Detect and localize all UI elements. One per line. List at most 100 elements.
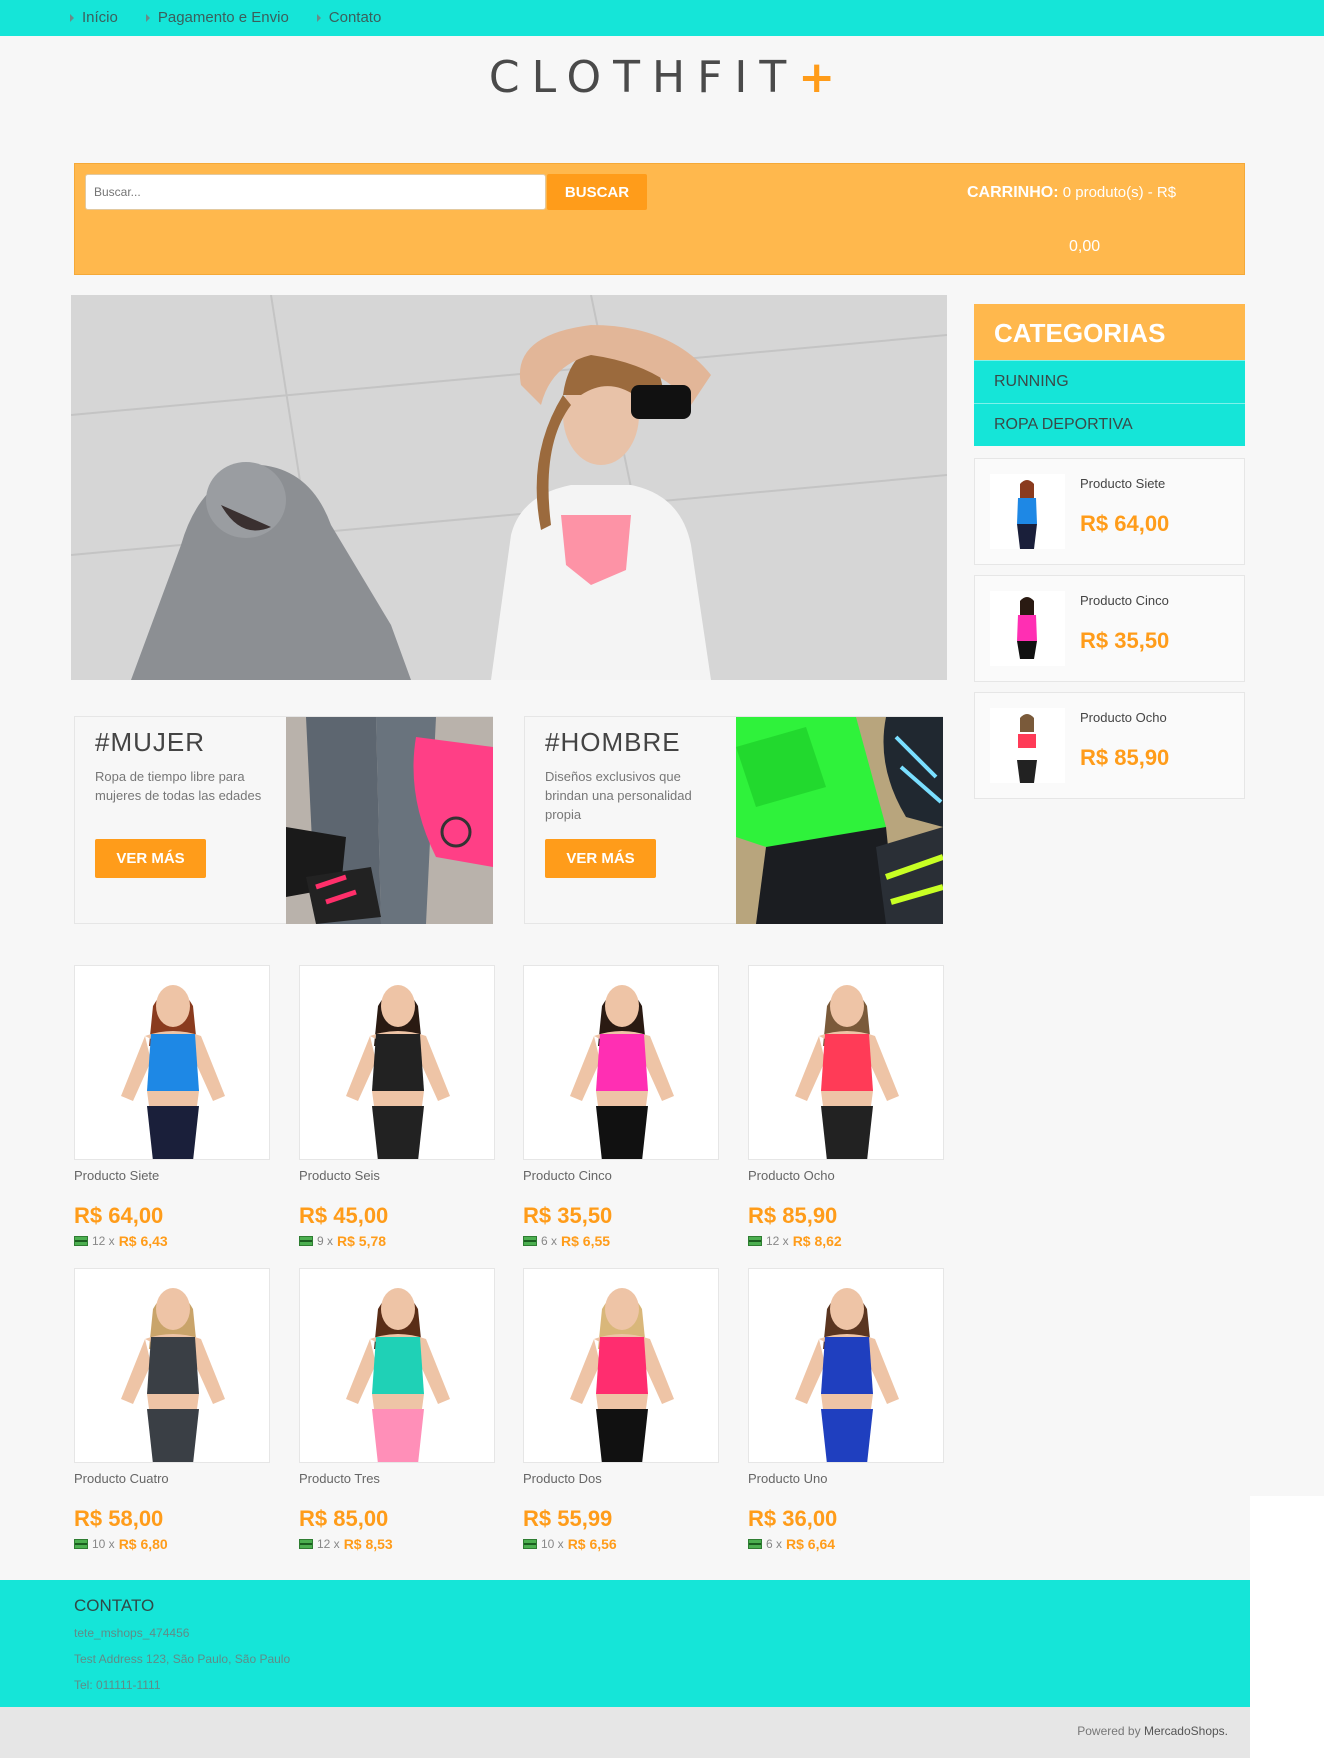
installment-count: 12 x	[317, 1537, 340, 1551]
credit-card-icon	[74, 1236, 88, 1246]
promo-mujer: #MUJER Ropa de tiempo libre para mujeres…	[74, 716, 493, 924]
product-photo	[75, 966, 269, 1159]
installment-info: 10 x R$ 6,56	[523, 1536, 719, 1552]
cart-total: 0,00	[1069, 238, 1101, 255]
product-image[interactable]	[523, 965, 719, 1160]
product-card[interactable]: Producto Seis R$ 45,00 9 x R$ 5,78	[299, 965, 495, 1249]
product-name[interactable]: Producto Uno	[748, 1471, 944, 1486]
product-thumbnail[interactable]	[990, 708, 1065, 783]
promo-title: #HOMBRE	[545, 727, 681, 757]
site-logo[interactable]: CLOTHFIT+	[0, 52, 1324, 103]
promo-image[interactable]	[736, 717, 943, 924]
installment-value: R$ 6,55	[561, 1233, 611, 1249]
promo-title: #MUJER	[95, 727, 206, 757]
product-photo	[990, 591, 1065, 666]
product-name[interactable]: Producto Seis	[299, 1168, 495, 1183]
product-price: R$ 85,90	[1080, 745, 1170, 770]
product-price: R$ 58,00	[74, 1506, 164, 1531]
logo-text: CLOTHFIT	[488, 52, 799, 103]
product-thumbnail[interactable]	[990, 591, 1065, 666]
product-price: R$ 35,50	[523, 1203, 613, 1228]
credit-card-icon	[299, 1539, 313, 1549]
category-ropa-deportiva[interactable]: ROPA DEPORTIVA	[974, 403, 1245, 446]
hero-image	[71, 295, 947, 680]
product-image[interactable]	[748, 1268, 944, 1463]
search-button[interactable]: BUSCAR	[547, 174, 647, 210]
product-image[interactable]	[299, 1268, 495, 1463]
product-price: R$ 85,00	[299, 1506, 389, 1531]
product-card[interactable]: Producto Dos R$ 55,99 10 x R$ 6,56	[523, 1268, 719, 1552]
installment-value: R$ 5,78	[337, 1233, 387, 1249]
product-price: R$ 45,00	[299, 1203, 389, 1228]
product-image[interactable]	[523, 1268, 719, 1463]
product-photo	[749, 1269, 943, 1462]
credit-card-icon	[299, 1236, 313, 1246]
cart-summary[interactable]: CARRINHO: 0 produto(s) - R$	[967, 184, 1176, 202]
product-price: R$ 36,00	[748, 1506, 838, 1531]
nav-item-inicio[interactable]: Início	[70, 9, 118, 26]
product-thumbnail[interactable]	[990, 474, 1065, 549]
installment-info: 12 x R$ 6,43	[74, 1233, 270, 1249]
product-card[interactable]: Producto Uno R$ 36,00 6 x R$ 6,64	[748, 1268, 944, 1552]
product-card[interactable]: Producto Ocho R$ 85,90 12 x R$ 8,62	[748, 965, 944, 1249]
promo-hombre: #HOMBRE Diseños exclusivos que brindan u…	[524, 716, 943, 924]
installment-count: 6 x	[541, 1234, 558, 1248]
arrow-icon	[145, 13, 150, 22]
promo-image[interactable]	[286, 717, 493, 924]
category-running[interactable]: RUNNING	[974, 360, 1245, 403]
credit-card-icon	[74, 1539, 88, 1549]
nav-item-contato[interactable]: Contato	[316, 9, 381, 26]
product-name[interactable]: Producto Cinco	[1080, 593, 1169, 608]
product-photo	[990, 474, 1065, 549]
installment-count: 9 x	[317, 1234, 334, 1248]
installment-info: 12 x R$ 8,53	[299, 1536, 495, 1552]
ver-mas-button[interactable]: VER MÁS	[95, 839, 206, 878]
installment-value: R$ 8,62	[792, 1233, 842, 1249]
product-photo	[75, 1269, 269, 1462]
product-name[interactable]: Producto Ocho	[1080, 710, 1167, 725]
installment-count: 12 x	[92, 1234, 115, 1248]
product-image[interactable]	[748, 965, 944, 1160]
credit-card-icon	[523, 1539, 537, 1549]
product-card[interactable]: Producto Siete R$ 64,00 12 x R$ 6,43	[74, 965, 270, 1249]
credit-card-icon	[523, 1236, 537, 1246]
logo-plus: +	[798, 52, 836, 103]
categories-panel: CATEGORIAS RUNNING ROPA DEPORTIVA	[974, 304, 1245, 446]
product-price: R$ 35,50	[1080, 628, 1170, 653]
nav-item-pagamento[interactable]: Pagamento e Envio	[145, 9, 289, 26]
product-image[interactable]	[299, 965, 495, 1160]
cart-count: 0 produto(s) - R$	[1062, 184, 1177, 201]
product-card[interactable]: Producto Cinco R$ 35,50 6 x R$ 6,55	[523, 965, 719, 1249]
ver-mas-button[interactable]: VER MÁS	[545, 839, 656, 878]
product-image[interactable]	[74, 1268, 270, 1463]
hero-banner[interactable]	[71, 295, 947, 680]
sidebar-product[interactable]: Producto Cinco R$ 35,50	[974, 575, 1245, 682]
product-name[interactable]: Producto Siete	[1080, 476, 1165, 491]
product-name[interactable]: Producto Cinco	[523, 1168, 719, 1183]
credit-card-icon	[748, 1539, 762, 1549]
product-image[interactable]	[74, 965, 270, 1160]
footer-address: Test Address 123, São Paulo, São Paulo	[74, 1652, 291, 1666]
product-name[interactable]: Producto Tres	[299, 1471, 495, 1486]
powered-link[interactable]: MercadoShops.	[1144, 1724, 1228, 1738]
installment-info: 10 x R$ 6,80	[74, 1536, 270, 1552]
search-input[interactable]	[85, 174, 546, 210]
product-name[interactable]: Producto Siete	[74, 1168, 270, 1183]
product-card[interactable]: Producto Cuatro R$ 58,00 10 x R$ 6,80	[74, 1268, 270, 1552]
installment-count: 10 x	[541, 1537, 564, 1551]
product-card[interactable]: Producto Tres R$ 85,00 12 x R$ 8,53	[299, 1268, 495, 1552]
top-nav: Início Pagamento e Envio Contato	[0, 0, 1324, 36]
installment-value: R$ 6,80	[118, 1536, 168, 1552]
sidebar-product[interactable]: Producto Ocho R$ 85,90	[974, 692, 1245, 799]
product-photo	[300, 1269, 494, 1462]
product-name[interactable]: Producto Cuatro	[74, 1471, 270, 1486]
promo-text: Diseños exclusivos que brindan una perso…	[545, 769, 692, 822]
sidebar-product[interactable]: Producto Siete R$ 64,00	[974, 458, 1245, 565]
cart-label: CARRINHO:	[967, 184, 1059, 201]
product-name[interactable]: Producto Ocho	[748, 1168, 944, 1183]
installment-value: R$ 8,53	[343, 1536, 393, 1552]
product-name[interactable]: Producto Dos	[523, 1471, 719, 1486]
installment-value: R$ 6,56	[567, 1536, 617, 1552]
product-photo	[990, 708, 1065, 783]
footer-phone: Tel: 011111-1111	[74, 1678, 161, 1692]
